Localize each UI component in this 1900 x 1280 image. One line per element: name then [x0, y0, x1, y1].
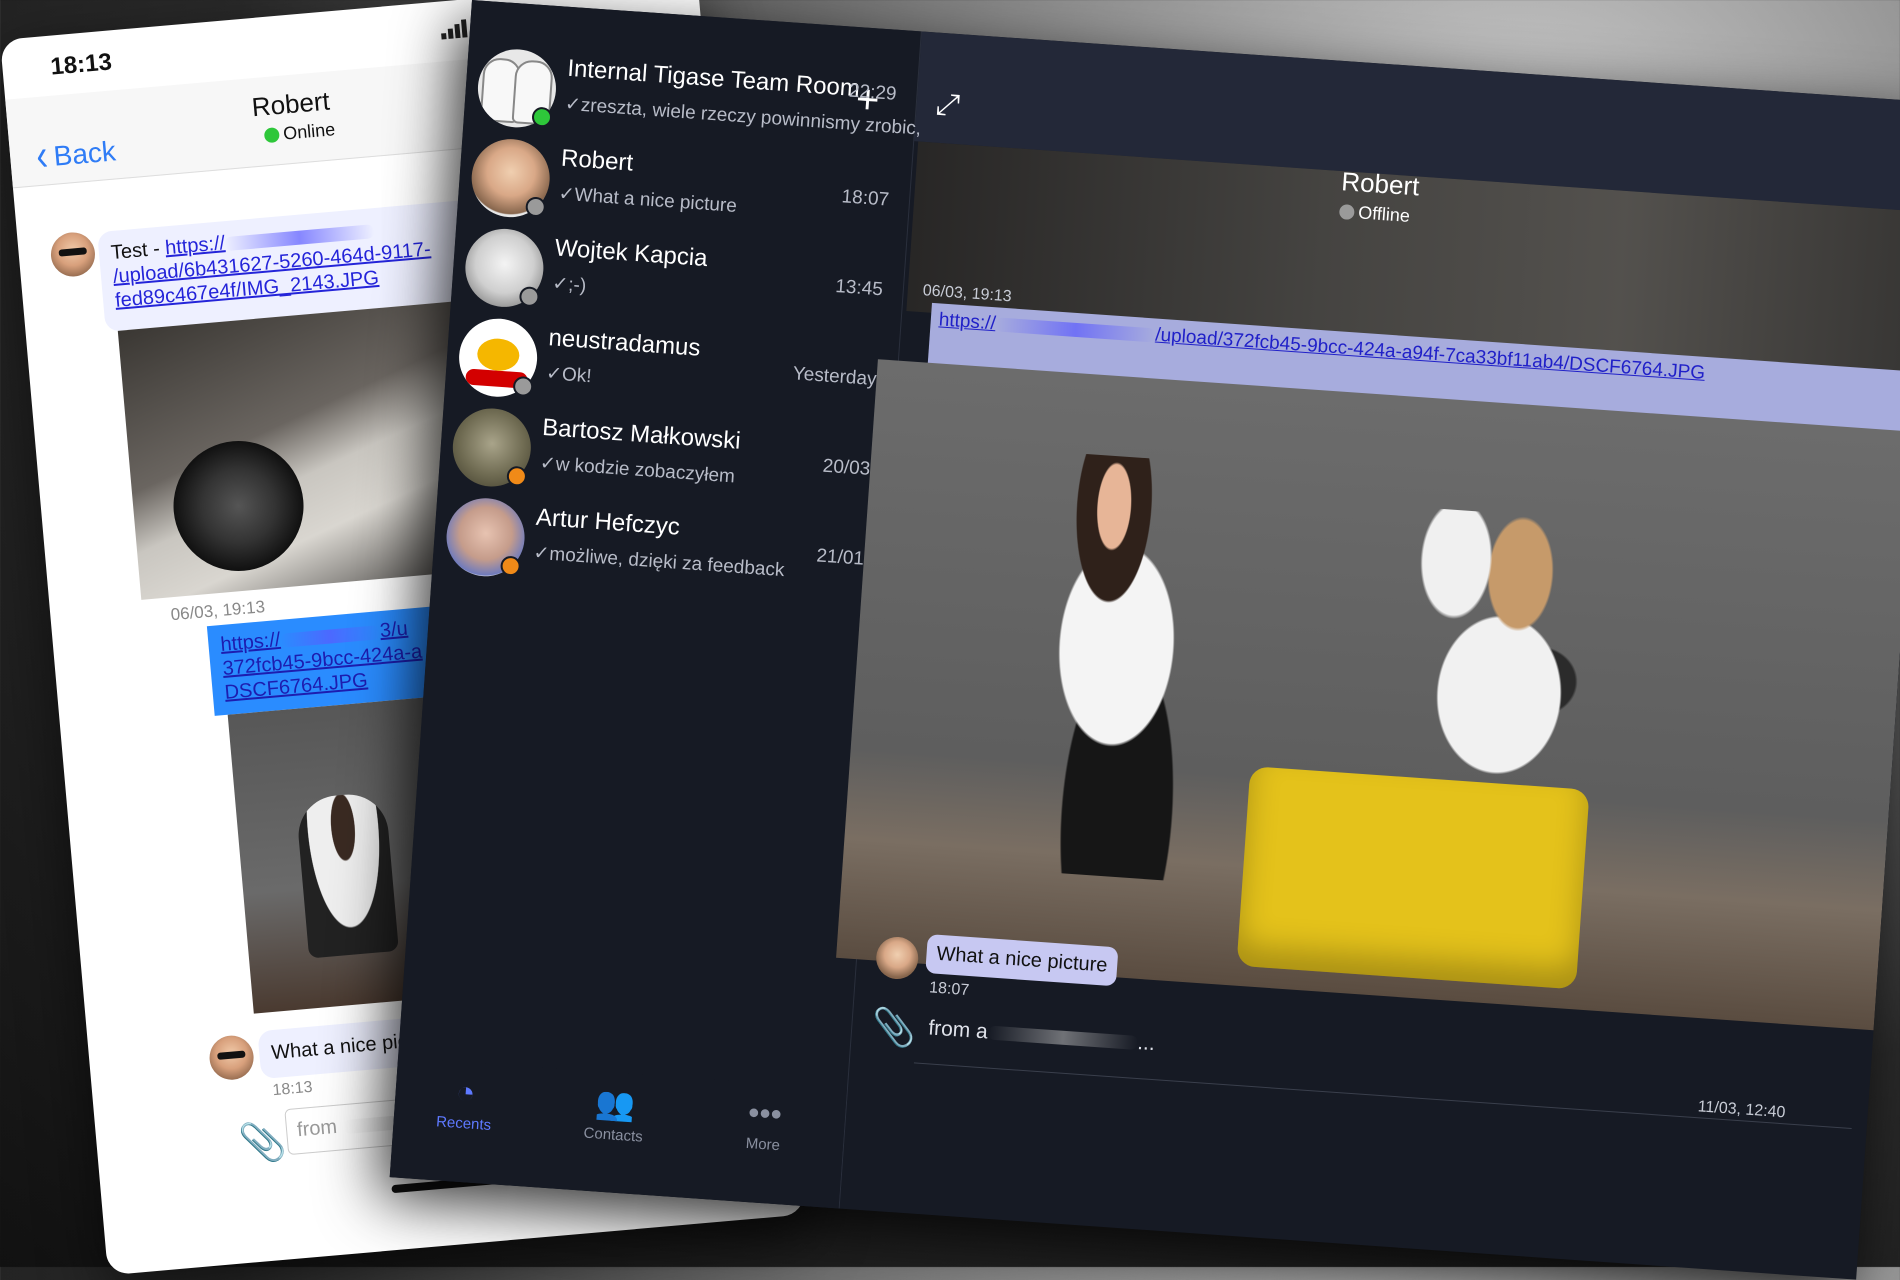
conversation-time: 20/03: [822, 455, 871, 480]
tab-recents[interactable]: ◔ Recents: [393, 1069, 537, 1137]
conversation-name: Robert: [560, 144, 635, 177]
conversation-time: 21/01: [815, 545, 865, 570]
contacts-icon: 👥: [594, 1084, 637, 1124]
conversation-time: 18:07: [840, 186, 890, 211]
status-bar-time: 18:13: [49, 48, 113, 81]
redacted-blur: [987, 1025, 1138, 1051]
expand-icon[interactable]: ⤢: [935, 88, 961, 124]
back-button[interactable]: ‹Back: [34, 130, 118, 181]
ipad-screen: + Internal Tigase Team Room ✓zreszta, wi…: [389, 0, 1900, 1280]
message-image-dog[interactable]: [836, 359, 1900, 1031]
message-link[interactable]: https://3/u 372fcb45-9bcc-424a-a DSCF676…: [220, 618, 423, 704]
message-timestamp: 18:13: [271, 1078, 314, 1100]
message-text: Test -: [110, 237, 167, 265]
message-timestamp: 18:07: [928, 979, 970, 1000]
conversation-preview: ✓możliwe, dzięki za feedback: [532, 542, 786, 582]
photo-person: [295, 791, 399, 959]
conversation-preview: ✓w kodzie zobaczyłem: [539, 452, 736, 488]
conversation-time: 13:45: [834, 276, 884, 301]
conversation-name: neustradamus: [547, 324, 702, 362]
more-icon: •••: [747, 1094, 784, 1133]
conversation-time: 22:29: [848, 80, 898, 105]
avatar[interactable]: [49, 230, 97, 279]
signal-icon: [440, 19, 471, 40]
status-badge: [531, 106, 553, 128]
conversation-name: Bartosz Małkowski: [541, 413, 742, 455]
conversation-preview: ✓Ok!: [545, 363, 593, 388]
attachment-icon[interactable]: 📎: [870, 1005, 918, 1050]
conversation-time: Yesterday: [792, 363, 878, 391]
tab-contacts[interactable]: 👥 Contacts: [543, 1080, 687, 1149]
conversation-name: Wojtek Kapcia: [553, 234, 709, 273]
conversation-preview: ✓;-): [551, 273, 587, 297]
message-input[interactable]: from a...: [913, 1003, 1856, 1129]
offline-dot-icon: [1338, 204, 1355, 221]
contact-status-label: Online: [282, 119, 336, 144]
car-wheel: [168, 435, 309, 577]
redacted-blur: [995, 317, 1156, 343]
status-badge: [525, 196, 547, 218]
message-link[interactable]: https:///upload/6b431627-5260-464d-9117-…: [112, 219, 432, 312]
avatar[interactable]: [207, 1033, 256, 1082]
status-badge: [518, 286, 541, 308]
chat-contact-name: Robert: [1340, 166, 1421, 202]
attachment-icon[interactable]: 📎: [237, 1119, 288, 1167]
status-badge: [506, 465, 528, 487]
status-badge: [499, 555, 522, 577]
back-label: Back: [52, 135, 118, 172]
clock-icon: ◔: [454, 1073, 477, 1111]
photo-woman: [992, 449, 1262, 886]
conversation-name: Artur Hefczyc: [535, 503, 681, 541]
redacted-blur: [279, 624, 381, 648]
status-badge: [512, 375, 534, 398]
conversation-preview: ✓What a nice picture: [557, 183, 738, 217]
message-timestamp: 06/03, 19:13: [169, 597, 266, 625]
tab-more[interactable]: ••• More: [692, 1090, 836, 1158]
photo-dog: [1346, 503, 1629, 852]
online-dot-icon: [263, 127, 280, 144]
